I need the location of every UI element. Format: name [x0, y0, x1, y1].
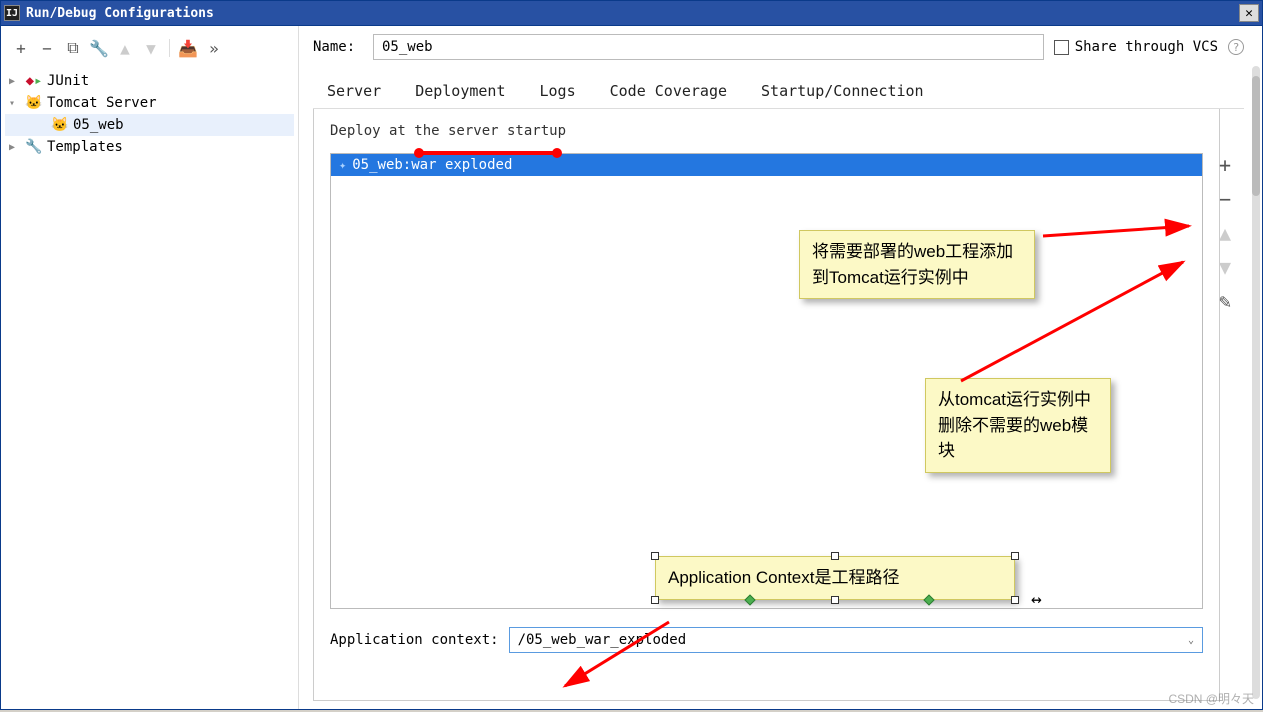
- copy-config-button[interactable]: ⧉: [61, 36, 85, 60]
- name-label: Name:: [313, 39, 363, 55]
- selection-handle[interactable]: [831, 552, 839, 560]
- config-tree: ▶ ◆▸ JUnit ▾ 🐱 Tomcat Server 🐱 05_web ▶ …: [5, 70, 294, 705]
- tab-deployment[interactable]: Deployment: [415, 82, 505, 100]
- chevron-right-icon: ▶: [9, 142, 21, 153]
- tree-item-junit[interactable]: ▶ ◆▸ JUnit: [5, 70, 294, 92]
- tree-label: Templates: [47, 139, 123, 155]
- chevron-right-icon: ▶: [9, 76, 21, 87]
- move-up-button[interactable]: ▲: [113, 36, 137, 60]
- watermark: CSDN @明々天: [1168, 690, 1254, 707]
- artifact-item[interactable]: ✦ 05_web:war exploded: [331, 154, 1202, 176]
- tomcat-icon: 🐱: [51, 117, 69, 133]
- tab-code-coverage[interactable]: Code Coverage: [610, 82, 727, 100]
- titlebar: IJ Run/Debug Configurations ✕: [0, 0, 1263, 26]
- window-title: Run/Debug Configurations: [26, 6, 1239, 21]
- share-through-vcs[interactable]: Share through VCS ?: [1054, 39, 1244, 55]
- tree-item-tomcat[interactable]: ▾ 🐱 Tomcat Server: [5, 92, 294, 114]
- help-icon[interactable]: ?: [1228, 39, 1244, 55]
- selection-handle[interactable]: [831, 596, 839, 604]
- share-label: Share through VCS: [1075, 39, 1218, 55]
- left-toolbar: + − ⧉ 🔧 ▲ ▼ 📥 »: [5, 34, 294, 70]
- scrollbar[interactable]: [1252, 66, 1260, 699]
- move-artifact-up-button[interactable]: ▲: [1214, 222, 1236, 244]
- tabs: Server Deployment Logs Code Coverage Sta…: [313, 74, 1244, 109]
- move-down-button[interactable]: ▼: [139, 36, 163, 60]
- tree-label: Tomcat Server: [47, 95, 157, 111]
- artifact-icon: ✦: [339, 158, 346, 172]
- chevron-down-icon: ▾: [9, 98, 21, 109]
- application-context-input[interactable]: /05_web_war_exploded ⌄: [509, 627, 1203, 653]
- window-body: + − ⧉ 🔧 ▲ ▼ 📥 » ▶ ◆▸ JUnit ▾ 🐱 Tomcat Se…: [0, 26, 1263, 710]
- tab-startup-connection[interactable]: Startup/Connection: [761, 82, 924, 100]
- add-config-button[interactable]: +: [9, 36, 33, 60]
- annotation-remove-web: 从tomcat运行实例中删除不需要的web模块: [925, 378, 1111, 473]
- application-context-label: Application context:: [330, 632, 499, 648]
- tab-logs[interactable]: Logs: [540, 82, 576, 100]
- deploy-label: Deploy at the server startup: [330, 123, 1203, 139]
- tree-item-templates[interactable]: ▶ 🔧 Templates: [5, 136, 294, 158]
- app-icon: IJ: [4, 5, 20, 21]
- name-row: Name: Share through VCS ?: [313, 34, 1244, 60]
- resize-arrow-icon: ↔: [1031, 589, 1042, 610]
- artifact-label: 05_web:war exploded: [352, 157, 512, 173]
- add-artifact-button[interactable]: +: [1214, 154, 1236, 176]
- artifact-side-buttons: + − ▲ ▼ ✎: [1214, 154, 1236, 312]
- scrollbar-thumb[interactable]: [1252, 76, 1260, 196]
- wrench-icon: 🔧: [25, 139, 43, 155]
- right-panel: Name: Share through VCS ? Server Deploym…: [299, 26, 1262, 709]
- selection-handle[interactable]: [651, 552, 659, 560]
- annotation-text: Application Context是工程路径: [668, 568, 899, 587]
- application-context-row: Application context: /05_web_war_explode…: [330, 627, 1203, 653]
- annotation-app-context: Application Context是工程路径: [655, 556, 1015, 600]
- folder-button[interactable]: 📥: [176, 36, 200, 60]
- close-button[interactable]: ✕: [1239, 4, 1259, 22]
- checkbox-icon[interactable]: [1054, 40, 1069, 55]
- edit-artifact-button[interactable]: ✎: [1214, 290, 1236, 312]
- left-panel: + − ⧉ 🔧 ▲ ▼ 📥 » ▶ ◆▸ JUnit ▾ 🐱 Tomcat Se…: [1, 26, 299, 709]
- tree-label: 05_web: [73, 117, 124, 133]
- tree-item-05web[interactable]: 🐱 05_web: [5, 114, 294, 136]
- chevron-down-icon[interactable]: ⌄: [1188, 635, 1194, 646]
- junit-icon: ◆▸: [25, 73, 43, 89]
- remove-artifact-button[interactable]: −: [1214, 188, 1236, 210]
- name-input[interactable]: [373, 34, 1044, 60]
- selection-handle[interactable]: [1011, 596, 1019, 604]
- wrench-button[interactable]: 🔧: [87, 36, 111, 60]
- tab-server[interactable]: Server: [327, 82, 381, 100]
- application-context-value: /05_web_war_exploded: [518, 632, 687, 648]
- tomcat-icon: 🐱: [25, 95, 43, 111]
- selection-handle[interactable]: [651, 596, 659, 604]
- move-artifact-down-button[interactable]: ▼: [1214, 256, 1236, 278]
- remove-config-button[interactable]: −: [35, 36, 59, 60]
- toolbar-separator: [169, 39, 170, 57]
- expand-button[interactable]: »: [202, 36, 226, 60]
- tree-label: JUnit: [47, 73, 89, 89]
- annotation-add-web: 将需要部署的web工程添加到Tomcat运行实例中: [799, 230, 1035, 299]
- wrench-icon: 🔧: [89, 39, 109, 58]
- selection-handle[interactable]: [1011, 552, 1019, 560]
